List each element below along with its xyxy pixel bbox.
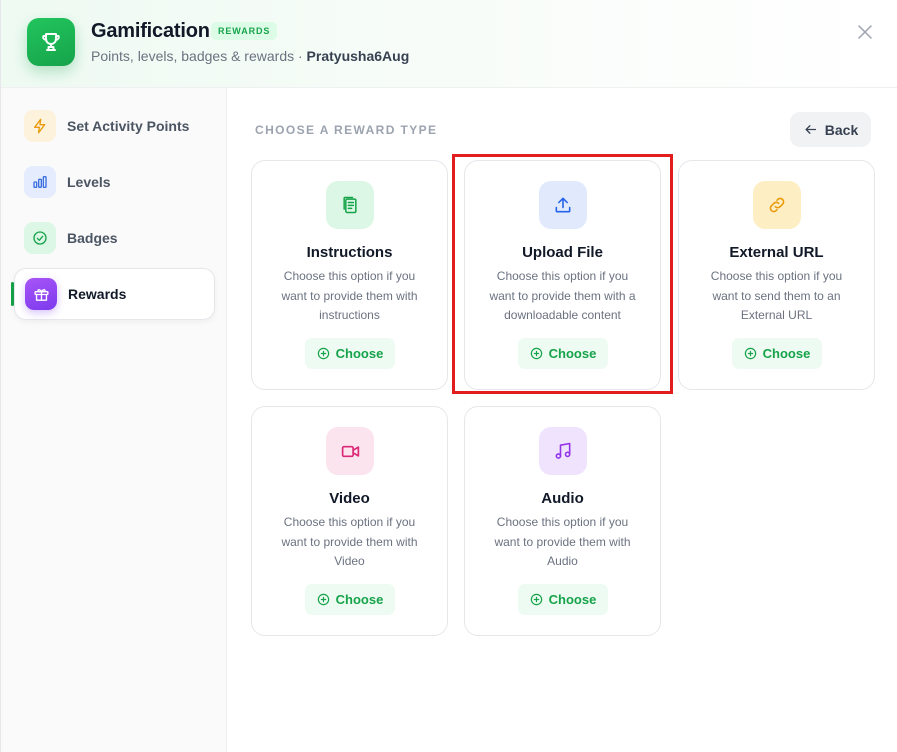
card-description: Choose this option if you want to provid… xyxy=(489,269,636,322)
card-description: Choose this option if you want to send t… xyxy=(710,269,843,322)
choose-button-instructions[interactable]: Choose xyxy=(305,338,395,369)
choose-label: Choose xyxy=(548,592,597,607)
reward-card-audio: Audio Choose this option if you want to … xyxy=(464,406,661,636)
plus-circle-icon xyxy=(744,347,756,360)
modal-subtitle: Points, levels, badges & rewards · Praty… xyxy=(91,48,409,64)
choose-label: Choose xyxy=(762,346,811,361)
bar-chart-icon xyxy=(24,166,56,198)
card-title: Audio xyxy=(541,490,584,507)
plus-circle-icon xyxy=(530,347,542,360)
sidebar-item-label: Levels xyxy=(67,174,111,190)
section-title: CHOOSE A REWARD TYPE xyxy=(255,123,438,137)
close-icon xyxy=(858,25,872,39)
sidebar-item-label: Badges xyxy=(67,230,118,246)
choose-button-video[interactable]: Choose xyxy=(305,584,395,615)
arrow-left-icon xyxy=(805,125,816,134)
link-icon xyxy=(753,181,801,229)
check-circle-icon xyxy=(24,222,56,254)
reward-card-external-url: External URL Choose this option if you w… xyxy=(678,160,875,390)
sidebar-item-set-activity-points[interactable]: Set Activity Points xyxy=(14,100,215,152)
lightning-icon xyxy=(24,110,56,142)
card-title: Instructions xyxy=(306,244,393,261)
rewards-badge: REWARDS xyxy=(211,22,278,40)
gamification-modal: Gamification REWARDS Points, levels, bad… xyxy=(0,0,897,752)
choose-label: Choose xyxy=(335,592,384,607)
username: Pratyusha6Aug xyxy=(306,48,410,64)
sidebar-item-label: Rewards xyxy=(68,286,127,302)
trophy-icon xyxy=(27,18,75,66)
choose-label: Choose xyxy=(548,346,597,361)
sidebar-item-badges[interactable]: Badges xyxy=(14,212,215,264)
card-title: Video xyxy=(329,490,370,507)
card-title: External URL xyxy=(729,244,824,261)
upload-icon xyxy=(539,181,587,229)
card-description: Choose this option if you want to provid… xyxy=(494,515,631,568)
sidebar-item-levels[interactable]: Levels xyxy=(14,156,215,208)
choose-label: Choose xyxy=(335,346,384,361)
close-button[interactable] xyxy=(853,20,877,44)
plus-circle-icon xyxy=(317,593,329,606)
card-title: Upload File xyxy=(522,244,603,261)
back-label: Back xyxy=(824,121,859,138)
music-icon xyxy=(539,427,587,475)
choose-button-external-url[interactable]: Choose xyxy=(732,338,822,369)
reward-card-upload-file: Upload File Choose this option if you wa… xyxy=(464,160,661,390)
plus-circle-icon xyxy=(530,593,542,606)
reward-card-instructions: Instructions Choose this option if you w… xyxy=(251,160,448,390)
card-description: Choose this option if you want to provid… xyxy=(281,515,418,568)
choose-button-audio[interactable]: Choose xyxy=(518,584,608,615)
modal-title: Gamification xyxy=(91,20,210,42)
choose-button-upload-file[interactable]: Choose xyxy=(518,338,608,369)
reward-card-video: Video Choose this option if you want to … xyxy=(251,406,448,636)
back-button[interactable]: Back xyxy=(790,112,871,147)
modal-header: Gamification REWARDS Points, levels, bad… xyxy=(1,0,897,88)
clipboard-icon xyxy=(326,181,374,229)
subtitle-text: Points, levels, badges & rewards · xyxy=(91,48,307,64)
plus-circle-icon xyxy=(317,347,329,360)
gift-icon xyxy=(25,278,57,310)
sidebar-item-label: Set Activity Points xyxy=(67,118,190,134)
video-icon xyxy=(326,427,374,475)
card-description: Choose this option if you want to provid… xyxy=(281,269,418,322)
sidebar-item-rewards[interactable]: Rewards xyxy=(14,268,215,320)
